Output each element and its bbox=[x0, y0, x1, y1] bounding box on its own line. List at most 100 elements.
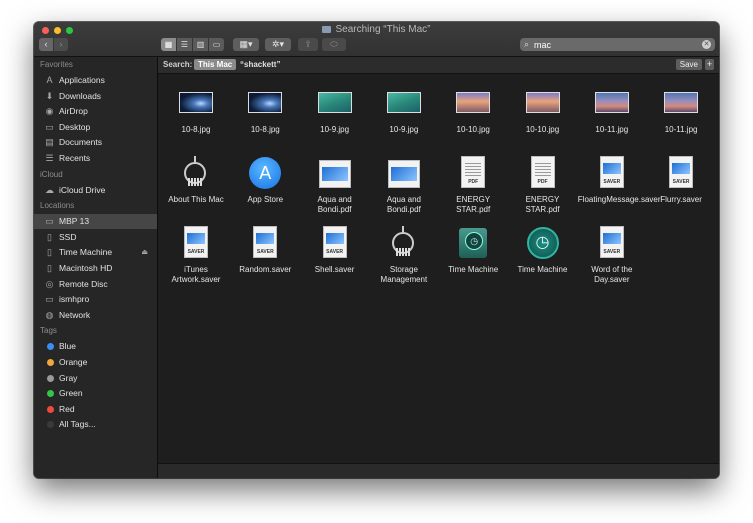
group-by-button[interactable]: ▦▾ bbox=[233, 38, 259, 51]
document-page: SAVER bbox=[599, 156, 624, 188]
result-item[interactable]: 10-11.jpg bbox=[578, 85, 646, 135]
result-item[interactable]: PDF ENERGY STAR.pdf bbox=[509, 155, 577, 215]
action-gear-button[interactable]: ✲▾ bbox=[265, 38, 291, 51]
edit-tags-button[interactable]: ⬭ bbox=[322, 38, 346, 51]
sidebar-item-documents[interactable]: ▤ Documents bbox=[34, 135, 157, 150]
result-item[interactable]: PDF ENERGY STAR.pdf bbox=[439, 155, 507, 215]
sidebar-heading-favorites: Favorites bbox=[40, 60, 73, 69]
result-item-name: Aqua and Bondi.pdf bbox=[386, 195, 422, 214]
document-page: PDF bbox=[461, 156, 486, 188]
result-item-name: iTunes Artwork.saver bbox=[171, 265, 221, 284]
result-item-name: Time Machine bbox=[448, 265, 499, 274]
result-item[interactable]: 10-9.jpg bbox=[370, 85, 438, 135]
window-title-text: Searching “This Mac” bbox=[335, 24, 431, 35]
result-item[interactable]: SAVER Random.saver bbox=[231, 225, 299, 275]
system-gauge-icon bbox=[177, 155, 215, 193]
sidebar: Favorites A Applications ⬇ Downloads ◉ AirDrop… bbox=[34, 57, 158, 478]
system-gauge-icon bbox=[385, 225, 423, 263]
result-item[interactable]: A App Store bbox=[231, 155, 299, 205]
sidebar-item-macintosh-hd[interactable]: ▯ Macintosh HD bbox=[34, 261, 157, 276]
sidebar-item-gray[interactable]: Gray bbox=[34, 371, 157, 386]
airdrop-icon: ◉ bbox=[45, 106, 54, 117]
column-view-button[interactable]: ▥ bbox=[193, 38, 208, 51]
result-item-name: 10-9.jpg bbox=[320, 125, 350, 134]
sidebar-item-label: iCloud Drive bbox=[59, 184, 106, 195]
sidebar-item-all-tags[interactable]: All Tags... bbox=[34, 417, 157, 432]
result-item[interactable]: SAVER Flurry.saver bbox=[647, 155, 715, 205]
sidebar-item-red[interactable]: Red bbox=[34, 402, 157, 417]
tag-color-dot-icon bbox=[47, 405, 54, 413]
result-item[interactable]: ◷ Time Machine bbox=[439, 225, 507, 275]
search-field[interactable]: ⌕ ✕ bbox=[520, 38, 715, 51]
result-item[interactable]: 10-10.jpg bbox=[439, 85, 507, 135]
scope-user-folder-button[interactable]: “shackett” bbox=[240, 60, 280, 69]
result-item[interactable]: Storage Management bbox=[370, 225, 438, 285]
sidebar-item-label: Gray bbox=[59, 372, 78, 383]
result-item[interactable]: SAVER FloatingMessage.saver bbox=[577, 155, 661, 205]
add-criteria-button[interactable]: + bbox=[705, 59, 714, 70]
result-item[interactable]: 10-10.jpg bbox=[509, 85, 577, 135]
result-item[interactable]: Aqua and Bondi.pdf bbox=[370, 155, 438, 215]
result-item-name: About This Mac bbox=[168, 195, 224, 204]
sidebar-item-orange[interactable]: Orange bbox=[34, 355, 157, 370]
sidebar-item-downloads[interactable]: ⬇ Downloads bbox=[34, 89, 157, 104]
result-item[interactable]: 10-8.jpg bbox=[162, 85, 230, 135]
sidebar-item-icloud-drive[interactable]: ☁ iCloud Drive bbox=[34, 183, 157, 198]
document-page: SAVER bbox=[253, 226, 278, 258]
clear-search-icon[interactable]: ✕ bbox=[702, 40, 711, 49]
result-item-name: Word of the Day.saver bbox=[591, 265, 633, 284]
list-view-button[interactable]: ☰ bbox=[177, 38, 192, 51]
sidebar-item-label: Blue bbox=[59, 341, 77, 352]
search-input[interactable] bbox=[534, 38, 694, 51]
scope-this-mac-button[interactable]: This Mac bbox=[194, 59, 237, 70]
save-search-button[interactable]: Save bbox=[675, 59, 702, 70]
sidebar-item-label: Time Machine bbox=[59, 247, 113, 258]
sidebar-item-label: Desktop bbox=[59, 121, 91, 132]
result-item[interactable]: SAVER iTunes Artwork.saver bbox=[162, 225, 230, 285]
sidebar-item-blue[interactable]: Blue bbox=[34, 339, 157, 354]
icon-view-button[interactable]: ▦ bbox=[161, 38, 176, 51]
window-title: Searching “This Mac” bbox=[34, 24, 719, 35]
sidebar-item-label: SSD bbox=[59, 231, 77, 242]
result-item-name: App Store bbox=[247, 195, 284, 204]
document-page: SAVER bbox=[184, 226, 208, 258]
result-item[interactable]: Aqua and Bondi.pdf bbox=[301, 155, 369, 215]
sidebar-item-ismhpro[interactable]: ▭ ismhpro bbox=[34, 292, 157, 307]
result-item-name: FloatingMessage.saver bbox=[577, 195, 661, 204]
sidebar-item-desktop[interactable]: ▭ Desktop bbox=[34, 120, 157, 135]
sidebar-item-remote-disc[interactable]: ◎ Remote Disc bbox=[34, 277, 157, 292]
time-machine-disk-icon: ◷ bbox=[454, 225, 492, 263]
sidebar-item-green[interactable]: Green bbox=[34, 386, 157, 401]
sidebar-item-time-machine[interactable]: ▯ Time Machine ⏏ bbox=[34, 245, 157, 260]
downloads-icon: ⬇ bbox=[45, 90, 54, 101]
result-item[interactable]: SAVER Shell.saver bbox=[301, 225, 369, 275]
sidebar-item-recents[interactable]: ☰ Recents bbox=[34, 151, 157, 166]
result-item[interactable]: 10-8.jpg bbox=[231, 85, 299, 135]
desktop-icon: ▭ bbox=[45, 121, 54, 132]
sidebar-item-label: Applications bbox=[59, 75, 105, 85]
result-item-name: 10-11.jpg bbox=[595, 125, 629, 134]
result-item[interactable]: 10-11.jpg bbox=[647, 85, 715, 135]
result-item[interactable]: SAVER Word of the Day.saver bbox=[578, 225, 646, 285]
eject-icon[interactable]: ⏏ bbox=[141, 245, 148, 260]
cloud-icon: ☁ bbox=[45, 184, 54, 195]
sidebar-item-label: Downloads bbox=[59, 90, 102, 101]
sidebar-item-applications[interactable]: A Applications bbox=[34, 73, 157, 88]
sidebar-item-airdrop[interactable]: ◉ AirDrop bbox=[34, 104, 157, 119]
result-item-name: 10-8.jpg bbox=[250, 125, 280, 134]
share-button[interactable]: ⇪ bbox=[298, 38, 318, 51]
gallery-view-button[interactable]: ▭ bbox=[209, 38, 224, 51]
search-icon: ⌕ bbox=[524, 39, 530, 49]
back-button[interactable]: ‹ bbox=[39, 38, 53, 51]
forward-button[interactable]: › bbox=[54, 38, 68, 51]
sidebar-item-mbp-13[interactable]: ▭ MBP 13 bbox=[34, 214, 157, 230]
result-item[interactable]: About This Mac bbox=[162, 155, 230, 205]
sidebar-item-ssd[interactable]: ▯ SSD bbox=[34, 230, 157, 245]
result-item-name: 10-10.jpg bbox=[525, 125, 560, 134]
view-mode-control: ▦ ☰ ▥ ▭ bbox=[161, 38, 225, 51]
result-item[interactable]: 10-9.jpg bbox=[301, 85, 369, 135]
sidebar-item-label: Documents bbox=[59, 137, 102, 148]
sidebar-item-network[interactable]: ◍ Network bbox=[34, 308, 157, 323]
sidebar-item-label: Network bbox=[59, 309, 91, 320]
result-item[interactable]: ◷ Time Machine bbox=[509, 225, 577, 275]
